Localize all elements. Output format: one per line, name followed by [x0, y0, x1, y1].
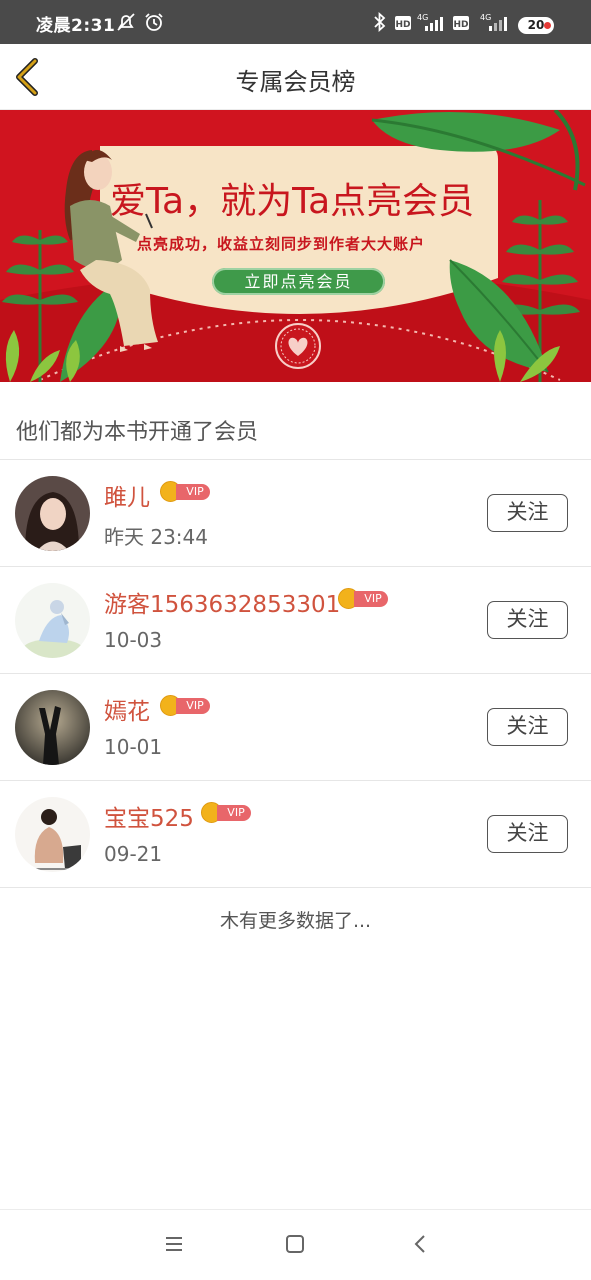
avatar[interactable] — [15, 583, 90, 658]
page: 凌晨2:31 HD 4G HD 4G 20 专属会员榜 爱Ta，就为Ta点亮会员… — [0, 0, 591, 1280]
avatar[interactable] — [15, 690, 90, 765]
battery-charging-dot — [544, 22, 551, 29]
section-title: 他们都为本书开通了会员 — [16, 420, 259, 445]
list-item[interactable]: 雎儿 VIP 昨天 23:44 关注 — [0, 460, 591, 567]
status-time: 凌晨2:31 — [36, 16, 116, 36]
battery-icon: 20 — [518, 17, 554, 34]
signal-4g-icon: HD 4G — [453, 13, 507, 31]
svg-text:4G: 4G — [417, 13, 428, 22]
avatar-image — [15, 797, 90, 872]
vip-label: VIP — [354, 591, 388, 607]
svg-text:HD: HD — [395, 20, 410, 30]
page-title: 专属会员榜 — [235, 68, 356, 96]
alarm-icon — [145, 13, 163, 31]
status-bar: 凌晨2:31 HD 4G HD 4G 20 — [0, 0, 591, 44]
follow-button[interactable]: 关注 — [487, 601, 568, 639]
home-square-icon[interactable] — [285, 1234, 305, 1254]
member-name[interactable]: 嫣花 — [104, 692, 150, 726]
svg-text:HD: HD — [453, 20, 468, 30]
avatar-image — [15, 583, 90, 658]
member-name[interactable]: 宝宝525 — [104, 799, 194, 833]
signal-4g-icon: HD 4G — [395, 13, 443, 31]
follow-button[interactable]: 关注 — [487, 494, 568, 532]
nav-header: 专属会员榜 — [0, 44, 591, 110]
member-time: 10-01 — [104, 735, 163, 759]
banner-headline: 爱Ta，就为Ta点亮会员 — [110, 181, 475, 222]
follow-button[interactable]: 关注 — [487, 815, 568, 853]
list-item[interactable]: 游客1563632853301 VIP 10-03 关注 — [0, 567, 591, 674]
list-item[interactable]: 宝宝525 VIP 09-21 关注 — [0, 781, 591, 888]
avatar[interactable] — [15, 476, 90, 551]
menu-icon[interactable] — [163, 1234, 185, 1254]
no-more-data-text: 木有更多数据了... — [219, 910, 372, 932]
member-time: 10-03 — [104, 628, 163, 652]
member-time: 09-21 — [104, 842, 163, 866]
avatar-image — [15, 476, 90, 551]
system-nav-bar — [0, 1209, 591, 1280]
avatar[interactable] — [15, 797, 90, 872]
vip-label: VIP — [176, 484, 210, 500]
member-time: 昨天 23:44 — [104, 525, 208, 549]
banner-subline: 点亮成功，收益立刻同步到作者大大账户 — [137, 235, 426, 253]
back-arrow-icon[interactable] — [410, 1234, 430, 1254]
light-up-membership-button[interactable]: 立即点亮会员 — [212, 268, 385, 295]
svg-text:4G: 4G — [480, 13, 491, 22]
membership-banner[interactable]: 爱Ta，就为Ta点亮会员 点亮成功，收益立刻同步到作者大大账户 立即点亮会员 — [0, 110, 591, 382]
avatar-image — [15, 690, 90, 765]
follow-button[interactable]: 关注 — [487, 708, 568, 746]
vip-label: VIP — [217, 805, 251, 821]
member-name[interactable]: 游客1563632853301 — [104, 585, 340, 619]
mute-icon — [117, 13, 135, 31]
bluetooth-icon — [374, 12, 386, 32]
list-item[interactable]: 嫣花 VIP 10-01 关注 — [0, 674, 591, 781]
member-name[interactable]: 雎儿 — [104, 478, 150, 512]
vip-label: VIP — [176, 698, 210, 714]
